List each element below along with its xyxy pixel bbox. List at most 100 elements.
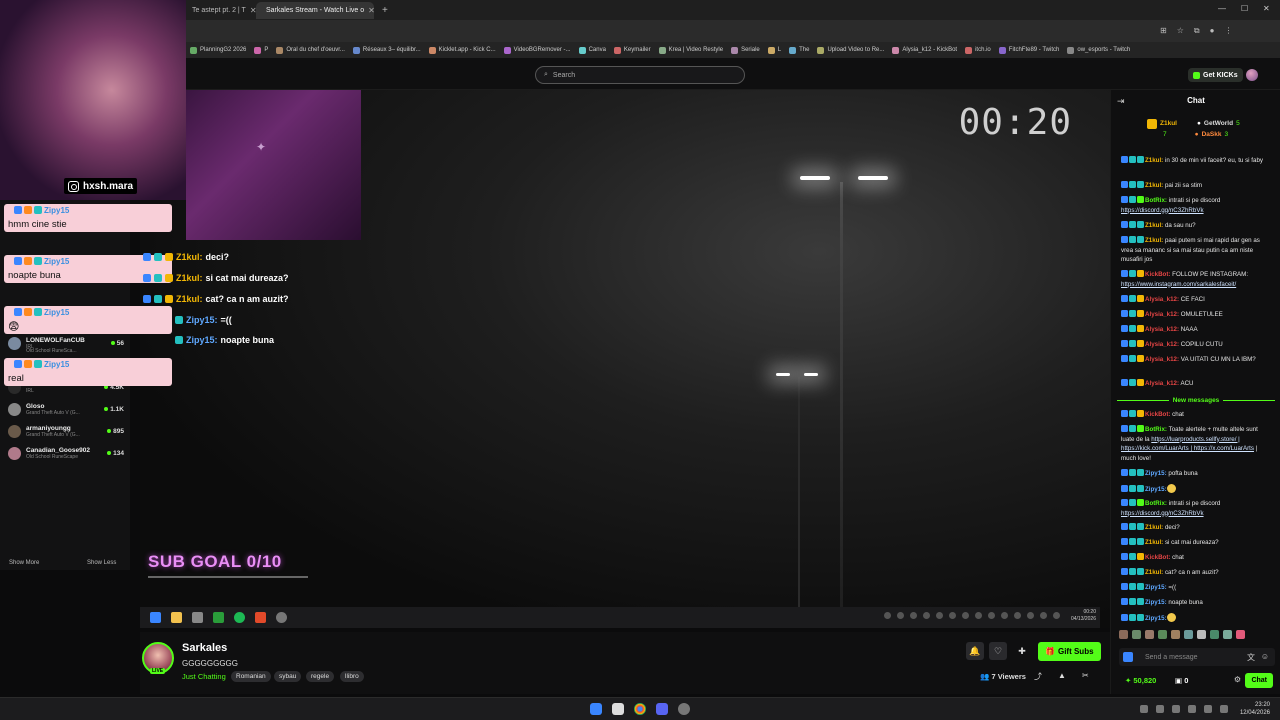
search-input[interactable]: ⌕ Search bbox=[535, 66, 745, 84]
new-messages-divider[interactable]: New messages bbox=[1117, 395, 1275, 405]
chat-link[interactable]: https://discord.gg/nC3ZhRbVk bbox=[1121, 510, 1204, 517]
chat-username[interactable]: Z1kul: bbox=[1145, 237, 1163, 244]
system-clock[interactable]: 23:20 12/04/2026 bbox=[1240, 701, 1270, 717]
tag-sybau[interactable]: sybau bbox=[274, 671, 302, 682]
bookmark-item[interactable]: VideoBGRemover -... bbox=[503, 46, 571, 54]
chat-link[interactable]: https://www.instagram.com/sarkalesfaceit… bbox=[1121, 281, 1236, 288]
kick-emote-icon[interactable] bbox=[1123, 652, 1133, 662]
emote-icon[interactable] bbox=[1119, 630, 1128, 639]
bookmark-item[interactable]: Alysia_k12 - KickBot bbox=[892, 46, 957, 54]
chat-username[interactable]: Alysia_k12: bbox=[1145, 380, 1179, 387]
emote-icon[interactable] bbox=[1132, 630, 1141, 639]
chat-input[interactable]: Send a message 文 ☺ bbox=[1119, 648, 1275, 666]
emote-icon[interactable] bbox=[1158, 630, 1167, 639]
bookmark-item[interactable]: Keymailer bbox=[613, 46, 651, 54]
stream-category[interactable]: Just Chatting bbox=[182, 672, 226, 681]
channel-points[interactable]: ✦ 50,820 bbox=[1125, 676, 1156, 685]
chat-username[interactable]: Zipy15: bbox=[1145, 599, 1167, 606]
tab-1[interactable]: Te astept pt. 2 | T ✕ bbox=[186, 2, 256, 19]
tab-active[interactable]: Sarkales Stream - Watch Live o ✕ bbox=[256, 2, 374, 19]
bookmark-star-icon[interactable]: ☆ bbox=[1177, 26, 1184, 36]
clip-icon[interactable]: ✂ bbox=[1082, 671, 1089, 680]
close-window-icon[interactable]: ✕ bbox=[1263, 4, 1270, 13]
emote-icon[interactable] bbox=[1184, 630, 1193, 639]
translate-icon[interactable]: 文 bbox=[1247, 652, 1255, 663]
chat-username[interactable]: Z1kul: bbox=[1145, 569, 1163, 576]
chat-username[interactable]: BotRix: bbox=[1145, 500, 1167, 507]
bookmark-item[interactable]: FitchFte89 - Twitch bbox=[998, 46, 1059, 54]
follow-heart-icon[interactable]: ♡ bbox=[989, 642, 1007, 660]
minimize-icon[interactable]: — bbox=[1218, 4, 1226, 13]
show-less-button[interactable]: Show Less bbox=[87, 560, 116, 566]
chat-username[interactable]: KickBot: bbox=[1145, 271, 1170, 278]
bookmark-item[interactable]: PlanningG2 2026 bbox=[190, 46, 246, 54]
bookmark-item[interactable]: P bbox=[254, 46, 268, 54]
streamer-name[interactable]: Sarkales bbox=[182, 642, 227, 654]
chat-username[interactable]: Zipy15: bbox=[1145, 584, 1167, 591]
more-icon[interactable]: ✚ bbox=[1013, 642, 1031, 660]
bookmark-item[interactable]: Upload Video to Re... bbox=[817, 46, 884, 54]
emote-icon[interactable] bbox=[1223, 630, 1232, 639]
tag-romanian[interactable]: Romanian bbox=[231, 671, 271, 682]
report-icon[interactable]: ▲ bbox=[1058, 671, 1066, 680]
share-icon[interactable]: ⤴ bbox=[1034, 671, 1042, 682]
chat-username[interactable]: Alysia_k12: bbox=[1145, 296, 1179, 303]
obs-icon[interactable] bbox=[678, 703, 690, 715]
bookmark-item[interactable]: Krea | Video Restyle bbox=[658, 46, 723, 54]
user-avatar[interactable] bbox=[1246, 69, 1258, 81]
chat-username[interactable]: KickBot: bbox=[1145, 554, 1170, 561]
bookmark-item[interactable]: L bbox=[767, 46, 781, 54]
bookmark-item[interactable]: Canva bbox=[578, 46, 606, 54]
chat-send-button[interactable]: Chat bbox=[1245, 673, 1273, 688]
emote-icon[interactable] bbox=[1236, 630, 1245, 639]
emote-icon[interactable] bbox=[1171, 630, 1180, 639]
get-kicks-button[interactable]: Get KICKs bbox=[1188, 68, 1243, 82]
sidebar-channel[interactable]: Canadian_Goose902 Old School RuneScape 134 bbox=[8, 444, 124, 462]
chat-username[interactable]: Zipy15: bbox=[1145, 615, 1167, 622]
chat-username[interactable]: BotRix: bbox=[1145, 426, 1167, 433]
chat-link[interactable]: https://discord.gg/nC3ZhRbVk bbox=[1121, 207, 1204, 214]
emote-icon[interactable] bbox=[1210, 630, 1219, 639]
sidebar-channel[interactable]: Gloso Grand Theft Auto V (G... 1.1K bbox=[8, 400, 124, 418]
chat-username[interactable]: Zipy15: bbox=[1145, 486, 1167, 493]
close-icon[interactable]: ✕ bbox=[368, 6, 374, 15]
bookmark-item[interactable]: Oral du chef d'oeuvr... bbox=[276, 46, 345, 54]
profile-icon[interactable]: ● bbox=[1210, 26, 1215, 36]
bookmark-item[interactable]: Kicklet.app - Kick C... bbox=[428, 46, 496, 54]
bookmark-item[interactable]: Seriale bbox=[731, 46, 760, 54]
chat-username[interactable]: Zipy15: bbox=[1145, 470, 1167, 477]
emote-icon[interactable] bbox=[1197, 630, 1206, 639]
menu-icon[interactable]: ⋮ bbox=[1224, 26, 1232, 36]
explorer-icon[interactable] bbox=[612, 703, 624, 715]
chat-username[interactable]: Z1kul: bbox=[1145, 539, 1163, 546]
chat-username[interactable]: KickBot: bbox=[1145, 411, 1170, 418]
chrome-icon[interactable] bbox=[634, 703, 646, 715]
chat-username[interactable]: Z1kul: bbox=[1145, 157, 1163, 164]
chat-username[interactable]: Alysia_k12: bbox=[1145, 341, 1179, 348]
chat-settings-gear-icon[interactable]: ⚙ bbox=[1234, 675, 1241, 684]
bookmark-item[interactable]: itch.io bbox=[965, 46, 991, 54]
sidebar-channel[interactable]: LONEWOLFanCUB IRL 56 bbox=[8, 334, 124, 352]
bookmark-item[interactable]: ow_esports - Twitch bbox=[1067, 46, 1130, 54]
windows-start-icon[interactable] bbox=[590, 703, 602, 715]
translate-icon[interactable]: ⊞ bbox=[1160, 26, 1167, 36]
chat-username[interactable]: Alysia_k12: bbox=[1145, 326, 1179, 333]
emoji-icon[interactable]: ☺ bbox=[1261, 652, 1269, 661]
new-tab-icon[interactable]: + bbox=[376, 2, 390, 19]
chat-username[interactable]: Alysia_k12: bbox=[1145, 356, 1179, 363]
emote-icon[interactable] bbox=[1145, 630, 1154, 639]
show-more-button[interactable]: Show More bbox=[9, 560, 39, 566]
chat-username[interactable]: Alysia_k12: bbox=[1145, 311, 1179, 318]
maximize-icon[interactable]: ☐ bbox=[1241, 4, 1248, 13]
chat-username[interactable]: BotRix: bbox=[1145, 197, 1167, 204]
discord-icon[interactable] bbox=[656, 703, 668, 715]
tag-regele[interactable]: regele bbox=[306, 671, 335, 682]
notification-bell-icon[interactable]: 🔔 bbox=[966, 642, 984, 660]
mystery-box-count[interactable]: ▣ 0 bbox=[1175, 676, 1188, 685]
chat-username[interactable]: Z1kul: bbox=[1145, 222, 1163, 229]
chat-username[interactable]: Z1kul: bbox=[1145, 524, 1163, 531]
sidebar-channel[interactable]: armaniyoungg Grand Theft Auto V (G... 895 bbox=[8, 422, 124, 440]
chat-username[interactable]: Z1kul: bbox=[1145, 182, 1163, 189]
extensions-icon[interactable]: ⧉ bbox=[1194, 26, 1200, 36]
bookmark-item[interactable]: The bbox=[789, 46, 809, 54]
